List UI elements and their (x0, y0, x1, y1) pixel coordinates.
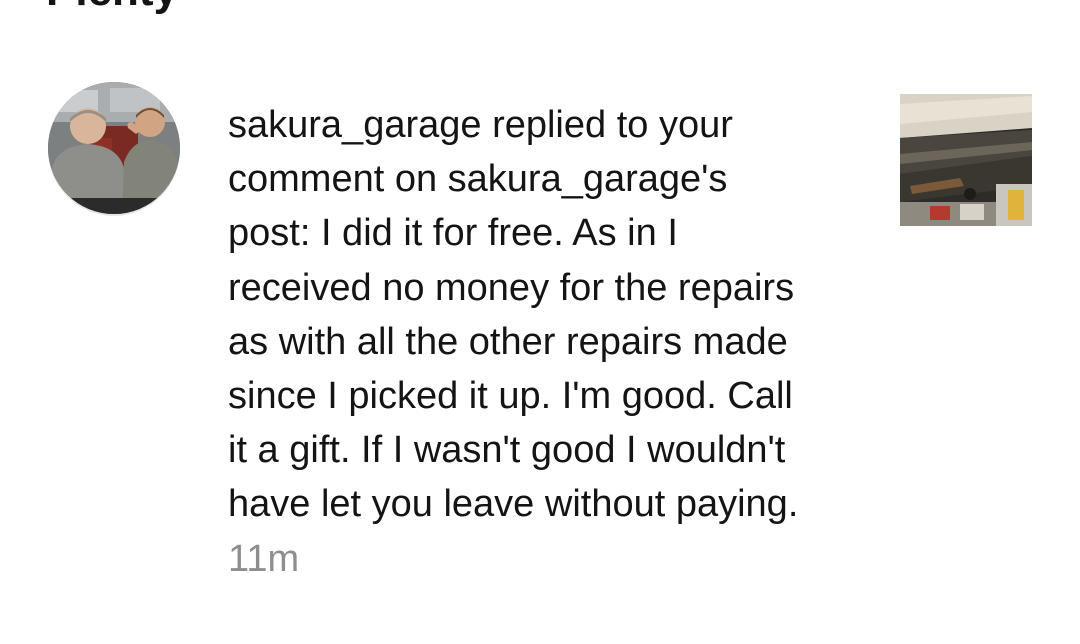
notification-timestamp: 11m (228, 537, 300, 580)
notification-line: comment on sakura_garage's (228, 158, 728, 201)
avatar-photo-icon (48, 82, 180, 214)
notification-line: have let you leave without paying. (228, 483, 799, 526)
post-thumbnail[interactable] (900, 94, 1032, 226)
notification-row[interactable]: sakura_garage replied to your comment on… (0, 80, 1080, 580)
notification-line: received no money for the repairs (228, 266, 795, 309)
notification-line: post: I did it for free. As in I (228, 212, 678, 255)
notification-line: since I picked it up. I'm good. Call (228, 375, 793, 418)
notification-line: as with all the other repairs made (228, 320, 788, 363)
user-avatar[interactable] (48, 82, 180, 214)
notification-line: sakura_garage replied to your (228, 104, 733, 146)
post-thumbnail-photo-icon (900, 94, 1032, 226)
notification-text[interactable]: sakura_garage replied to your comment on… (228, 98, 868, 586)
section-heading: Plenty (46, 0, 178, 16)
notification-line: it a gift. If I wasn't good I wouldn't (228, 429, 786, 472)
activity-screen: Plenty sakura_garage replied to y (0, 0, 1080, 644)
